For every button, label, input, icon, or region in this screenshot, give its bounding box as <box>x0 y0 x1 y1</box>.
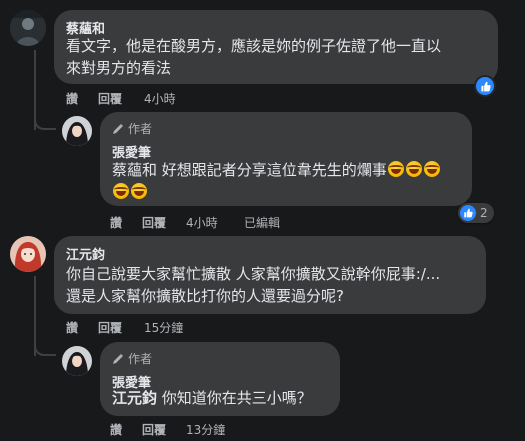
thread-connector <box>34 336 56 356</box>
avatar[interactable] <box>62 346 92 376</box>
comment-bubble: 蔡蘊和 看文字，他是在酸男方，應該是妳的例子佐證了他一直以 來對男方的看法 <box>54 10 498 84</box>
like-reaction-icon[interactable] <box>476 77 494 95</box>
comment-bubble: 江元鈞 你自己說要大家幫忙擴散 人家幫你擴散又說幹你屁事:/... 還是人家幫你… <box>54 236 486 314</box>
reply-bubble: 作者 張愛筆 江元鈞 你知道你在共三小嗎？ <box>100 342 340 416</box>
pencil-icon <box>112 123 124 135</box>
author-badge-label: 作者 <box>128 352 153 366</box>
comment-actions: 讚 回覆 4小時 <box>66 90 366 106</box>
comment-text: 看文字，他是在酸男方，應該是妳的例子佐證了他一直以 <box>66 37 442 55</box>
comment-text: 來對男方的看法 <box>66 59 172 77</box>
reaction-count-value: 2 <box>480 206 488 220</box>
edited-label[interactable]: 已編輯 <box>244 214 280 231</box>
timestamp[interactable]: 4小時 <box>186 214 218 231</box>
comment-author[interactable]: 江元鈞 <box>66 244 105 263</box>
mention-link[interactable]: 江元鈞 <box>112 389 157 407</box>
thread-connector <box>34 110 56 130</box>
rofl-emoji-icon <box>113 183 129 199</box>
rofl-emoji-icon <box>387 161 404 177</box>
avatar[interactable] <box>10 10 46 46</box>
mention-link[interactable]: 蔡蘊和 <box>112 161 157 179</box>
author-badge: 作者 <box>112 120 152 137</box>
reply-button[interactable]: 回覆 <box>98 90 122 107</box>
comment-author[interactable]: 蔡蘊和 <box>66 18 105 37</box>
author-badge-label: 作者 <box>128 122 153 136</box>
comment-text-body: 好想跟記者分享這位韋先生的爛事 <box>157 161 387 179</box>
comment-thread: 蔡蘊和 看文字，他是在酸男方，應該是妳的例子佐證了他一直以 來對男方的看法 讚 … <box>0 0 525 441</box>
comment-text: 你自己說要大家幫忙擴散 人家幫你擴散又說幹你屁事:/... <box>66 265 441 283</box>
comment-author[interactable]: 張愛筆 <box>112 142 151 161</box>
reply-button[interactable]: 回覆 <box>142 214 166 231</box>
like-reaction-icon <box>460 205 476 221</box>
pencil-icon <box>112 353 124 365</box>
comment-text-body: 你知道你在共三小嗎？ <box>157 389 312 407</box>
like-button[interactable]: 讚 <box>66 90 78 107</box>
timestamp[interactable]: 15分鐘 <box>144 319 183 336</box>
comment-actions: 讚 回覆 15分鐘 <box>66 319 366 335</box>
reaction-count[interactable]: 2 <box>458 203 494 223</box>
rofl-emoji-icon <box>131 183 147 199</box>
comment-text: 蔡蘊和 好想跟記者分享這位韋先生的爛事 <box>112 160 441 180</box>
comment-actions: 讚 回覆 4小時 已編輯 <box>110 214 410 230</box>
timestamp[interactable]: 13分鐘 <box>186 421 225 438</box>
reply-bubble: 作者 張愛筆 蔡蘊和 好想跟記者分享這位韋先生的爛事 <box>100 112 472 206</box>
like-button[interactable]: 讚 <box>66 319 78 336</box>
comment-text <box>112 182 148 202</box>
rofl-emoji-icon <box>423 161 440 177</box>
comment-text: 江元鈞 你知道你在共三小嗎？ <box>112 388 312 408</box>
rofl-emoji-icon <box>405 161 422 177</box>
reply-button[interactable]: 回覆 <box>98 319 122 336</box>
author-badge: 作者 <box>112 350 152 367</box>
comment-text: 還是人家幫你擴散比打你的人還要過分呢? <box>66 287 344 305</box>
like-button[interactable]: 讚 <box>110 214 122 231</box>
like-button[interactable]: 讚 <box>110 421 122 438</box>
avatar[interactable] <box>10 236 46 272</box>
reply-button[interactable]: 回覆 <box>142 421 166 438</box>
timestamp[interactable]: 4小時 <box>144 90 176 107</box>
comment-actions: 讚 回覆 13分鐘 <box>110 421 410 437</box>
avatar[interactable] <box>62 116 92 146</box>
